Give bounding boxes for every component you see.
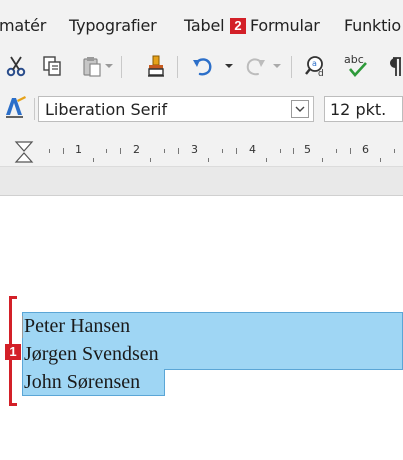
undo-icon[interactable] bbox=[188, 52, 216, 80]
ruler-number: 2 bbox=[133, 143, 140, 156]
document-line[interactable]: Peter Hansen bbox=[24, 315, 130, 338]
ruler-tick bbox=[322, 158, 323, 162]
ruler-tick bbox=[208, 158, 209, 162]
cut-icon[interactable] bbox=[2, 52, 30, 80]
font-name-value: Liberation Serif bbox=[45, 100, 168, 119]
ruler-tick bbox=[120, 148, 121, 154]
ruler-tick bbox=[394, 149, 395, 153]
ruler-tick bbox=[106, 149, 107, 153]
toolbar-separator bbox=[177, 56, 178, 78]
chevron-down-icon[interactable] bbox=[291, 100, 309, 118]
copy-icon[interactable] bbox=[38, 52, 66, 80]
svg-text:d: d bbox=[318, 69, 324, 78]
toolbar-separator bbox=[34, 98, 35, 120]
text-boundary bbox=[22, 316, 23, 338]
menu-bar: matér Typografier Tabel 2 Formular Funkt… bbox=[0, 0, 403, 44]
ruler-number: 5 bbox=[304, 143, 311, 156]
ruler-tick bbox=[336, 149, 337, 153]
document-line[interactable]: Jørgen Svendsen bbox=[24, 343, 159, 366]
document-line[interactable]: John Sørensen bbox=[24, 371, 140, 394]
font-name-combobox[interactable]: Liberation Serif bbox=[38, 96, 314, 122]
ruler-number: 4 bbox=[249, 143, 256, 156]
ruler-number: 3 bbox=[191, 143, 198, 156]
ruler-tick bbox=[178, 148, 179, 154]
ruler-tick bbox=[266, 158, 267, 162]
ruler-tick bbox=[280, 149, 281, 153]
formatting-marks-icon[interactable] bbox=[384, 52, 403, 80]
menu-styles[interactable]: Typografier bbox=[69, 16, 157, 35]
clone-formatting-icon[interactable] bbox=[142, 52, 170, 80]
ruler-tick bbox=[49, 149, 50, 153]
toolbar-separator bbox=[291, 56, 292, 78]
annotation-badge-1: 1 bbox=[5, 344, 21, 360]
menu-tools[interactable]: Funktio bbox=[344, 16, 401, 35]
font-size-combobox[interactable]: 12 pkt. bbox=[324, 96, 403, 122]
svg-text:a: a bbox=[312, 59, 317, 68]
ruler-number: 1 bbox=[75, 143, 82, 156]
document-background bbox=[0, 167, 403, 196]
menu-format[interactable]: matér bbox=[0, 16, 46, 35]
ruler-tick bbox=[293, 148, 294, 154]
ruler-tick bbox=[150, 158, 151, 162]
ruler-tick bbox=[63, 148, 64, 154]
undo-dropdown-icon[interactable] bbox=[222, 52, 236, 80]
styles-icon[interactable] bbox=[2, 92, 30, 120]
font-size-value: 12 pkt. bbox=[330, 100, 387, 119]
redo-dropdown-icon[interactable] bbox=[270, 52, 284, 80]
ruler-tick bbox=[236, 148, 237, 154]
ruler-tick bbox=[350, 148, 351, 154]
spelling-label: abc bbox=[344, 53, 364, 66]
ruler-tick bbox=[380, 158, 381, 162]
ruler-tick bbox=[164, 149, 165, 153]
standard-toolbar: a d abc bbox=[0, 44, 403, 90]
indent-marker-icon[interactable] bbox=[14, 140, 34, 169]
redo-icon[interactable] bbox=[242, 52, 270, 80]
toolbar-separator bbox=[121, 56, 122, 78]
menu-table[interactable]: Tabel bbox=[184, 16, 225, 35]
find-replace-icon[interactable]: a d bbox=[302, 52, 330, 80]
ruler-tick bbox=[222, 149, 223, 153]
paste-dropdown-icon[interactable] bbox=[102, 52, 116, 80]
annotation-badge-2: 2 bbox=[230, 18, 246, 34]
ruler-number: 6 bbox=[362, 143, 369, 156]
ruler-tick bbox=[93, 158, 94, 162]
menu-form[interactable]: Formular bbox=[250, 16, 320, 35]
spelling-icon[interactable]: abc bbox=[342, 52, 370, 80]
formatting-toolbar: Liberation Serif 12 pkt. bbox=[0, 90, 403, 138]
horizontal-ruler[interactable]: 1 2 3 4 5 6 bbox=[0, 138, 403, 167]
